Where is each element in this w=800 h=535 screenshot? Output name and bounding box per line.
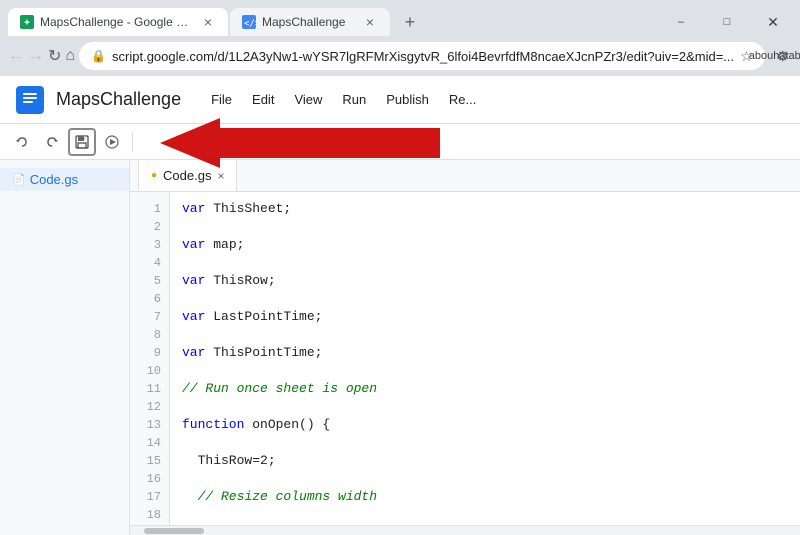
line-number-18: 18 — [130, 506, 169, 524]
url-text: script.google.com/d/1L2A3yNw1-wYSR7lgRFM… — [112, 49, 734, 64]
app-menu: File Edit View Run Publish Re... — [201, 88, 486, 111]
line-number-13: 13 — [130, 416, 169, 434]
horizontal-scrollbar[interactable] — [130, 525, 800, 535]
scrollbar-thumb[interactable] — [144, 528, 204, 534]
save-button[interactable] — [68, 128, 96, 156]
line-number-2: 2 — [130, 218, 169, 236]
line-number-7: 7 — [130, 308, 169, 326]
menu-view[interactable]: View — [284, 88, 332, 111]
minimize-button[interactable]: – — [658, 8, 704, 36]
code-line-7: var LastPointTime; — [182, 308, 788, 326]
line-number-6: 6 — [130, 290, 169, 308]
code-line-3: var map; — [182, 236, 788, 254]
code-line-2 — [182, 218, 788, 236]
line-number-15: 15 — [130, 452, 169, 470]
code-line-6 — [182, 290, 788, 308]
editor-tab-close[interactable]: × — [217, 169, 224, 183]
code-content: var ThisSheet; var map; var ThisRow; var La… — [170, 192, 800, 525]
menu-publish[interactable]: Publish — [376, 88, 439, 111]
code-line-9: var ThisPointTime; — [182, 344, 788, 362]
line-number-3: 3 — [130, 236, 169, 254]
line-number-8: 8 — [130, 326, 169, 344]
line-number-1: 1 — [130, 200, 169, 218]
script-toolbar — [0, 124, 800, 160]
file-item-code-gs[interactable]: 📄 Code.gs — [0, 168, 129, 191]
code-line-1: var ThisSheet; — [182, 200, 788, 218]
editor-tabs: ● Code.gs × — [130, 160, 800, 192]
code-line-10 — [182, 362, 788, 380]
code-area[interactable]: 1234567891011121314151617181920212223242… — [130, 192, 800, 525]
code-line-18 — [182, 506, 788, 524]
line-number-4: 4 — [130, 254, 169, 272]
line-numbers: 1234567891011121314151617181920212223242… — [130, 192, 170, 525]
code-line-4 — [182, 254, 788, 272]
code-line-14 — [182, 434, 788, 452]
line-number-12: 12 — [130, 398, 169, 416]
refresh-button[interactable]: ↻ — [48, 42, 61, 70]
sheets-icon: ✦ — [20, 15, 34, 29]
code-line-12 — [182, 398, 788, 416]
line-number-11: 11 — [130, 380, 169, 398]
menu-file[interactable]: File — [201, 88, 242, 111]
browser-tab-1[interactable]: ✦ MapsChallenge - Google Sheets × — [8, 8, 228, 36]
app-title: MapsChallenge — [56, 89, 181, 110]
file-tree: 📄 Code.gs — [0, 160, 130, 535]
lock-icon: 🔒 — [91, 49, 106, 63]
code-line-8 — [182, 326, 788, 344]
svg-text:</>: </> — [244, 19, 256, 29]
script-icon: </> — [242, 15, 256, 29]
code-line-15: ThisRow=2; — [182, 452, 788, 470]
undo-button[interactable] — [8, 128, 36, 156]
browser-tab-2[interactable]: </> MapsChallenge × — [230, 8, 390, 36]
code-line-5: var ThisRow; — [182, 272, 788, 290]
file-icon: 📄 — [12, 173, 26, 186]
line-number-10: 10 — [130, 362, 169, 380]
account-label: abouhatab@yahoo.com — [749, 50, 800, 62]
code-line-16 — [182, 470, 788, 488]
code-line-13: function onOpen() { — [182, 416, 788, 434]
app-logo — [16, 86, 44, 114]
menu-run[interactable]: Run — [332, 88, 376, 111]
run-icon-button[interactable] — [98, 128, 126, 156]
redo-button[interactable] — [38, 128, 66, 156]
code-line-17: // Resize columns width — [182, 488, 788, 506]
toolbar-separator — [132, 132, 133, 152]
tab2-title: MapsChallenge — [262, 15, 356, 29]
menu-edit[interactable]: Edit — [242, 88, 284, 111]
editor-tab-name: Code.gs — [163, 168, 211, 183]
tab2-close[interactable]: × — [362, 14, 378, 30]
line-number-14: 14 — [130, 434, 169, 452]
modified-indicator: ● — [151, 170, 157, 181]
line-number-16: 16 — [130, 470, 169, 488]
tab1-title: MapsChallenge - Google Sheets — [40, 15, 194, 29]
menu-resources[interactable]: Re... — [439, 88, 486, 111]
file-name: Code.gs — [30, 172, 78, 187]
editor-area: ● Code.gs × 1234567891011121314151617181… — [130, 160, 800, 535]
editor-tab-code-gs[interactable]: ● Code.gs × — [138, 160, 237, 191]
close-button[interactable]: ✕ — [750, 8, 796, 36]
url-bar[interactable]: 🔒 script.google.com/d/1L2A3yNw1-wYSR7lgR… — [79, 42, 765, 70]
back-button[interactable]: ← — [8, 42, 24, 70]
maximize-button[interactable]: □ — [704, 8, 750, 36]
line-number-5: 5 — [130, 272, 169, 290]
line-number-9: 9 — [130, 344, 169, 362]
line-number-17: 17 — [130, 488, 169, 506]
new-tab-button[interactable]: + — [396, 8, 424, 36]
code-line-11: // Run once sheet is open — [182, 380, 788, 398]
tab1-close[interactable]: × — [200, 14, 216, 30]
home-button[interactable]: ⌂ — [65, 42, 75, 70]
forward-button[interactable]: → — [28, 42, 44, 70]
